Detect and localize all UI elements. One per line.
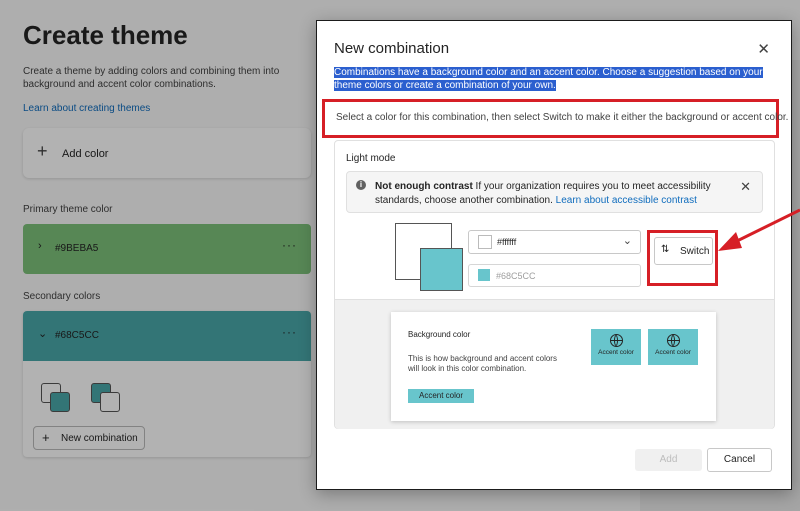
instruction-text: Select a color for this combination, the… (336, 112, 789, 123)
accent-tile-1: Accent color (591, 329, 641, 365)
new-combination-dialog: New combination ✕ Combinations have a ba… (316, 20, 792, 490)
add-button[interactable]: Add (635, 449, 702, 471)
chevron-down-icon: ⌄ (622, 235, 632, 247)
preview-description: This is how background and accent colors… (408, 354, 557, 373)
switch-label: Switch (680, 246, 710, 257)
preview-area: Background color This is how background … (335, 299, 774, 429)
warning-text: Not enough contrast If your organization… (375, 180, 730, 208)
combination-preview-card: Background color This is how background … (391, 312, 716, 421)
accent-tile-label: Accent color (655, 349, 691, 356)
accent-color-chip: Accent color (408, 389, 474, 403)
instruction-highlight: Select a color for this combination, the… (322, 99, 788, 138)
light-mode-label: Light mode (346, 153, 396, 164)
accent-tile-label: Accent color (598, 349, 634, 356)
accessible-contrast-link[interactable]: Learn about accessible contrast (556, 195, 697, 206)
contrast-warning: i Not enough contrast If your organizati… (346, 171, 763, 213)
background-color-dropdown[interactable]: #ffffff ⌄ (468, 230, 641, 254)
close-icon[interactable]: ✕ (757, 40, 770, 58)
dialog-intro: Combinations have a background color and… (334, 66, 774, 92)
switch-button[interactable]: ⇅ Switch (654, 237, 713, 265)
dialog-intro-text: Combinations have a background color and… (334, 67, 763, 91)
globe-icon (666, 334, 680, 347)
dismiss-warning-icon[interactable]: ✕ (740, 179, 751, 195)
accent-color-field[interactable]: #68C5CC (468, 264, 641, 287)
accent-tile-2: Accent color (648, 329, 698, 365)
preview-title: Background color (408, 330, 471, 339)
cancel-button[interactable]: Cancel (707, 448, 772, 472)
color-swatch (478, 269, 490, 281)
swap-arrows-icon: ⇅ (661, 244, 670, 255)
background-color-value: #ffffff (497, 237, 517, 247)
globe-icon (609, 334, 623, 347)
accent-swatch-preview (420, 248, 463, 291)
accent-color-value: #68C5CC (496, 271, 536, 281)
warning-title: Not enough contrast (375, 181, 473, 192)
dialog-title: New combination (334, 40, 450, 57)
switch-highlight: ⇅ Switch (647, 230, 718, 286)
info-icon: i (356, 180, 366, 190)
light-mode-card: Light mode i Not enough contrast If your… (334, 140, 775, 429)
color-swatch (478, 235, 492, 249)
